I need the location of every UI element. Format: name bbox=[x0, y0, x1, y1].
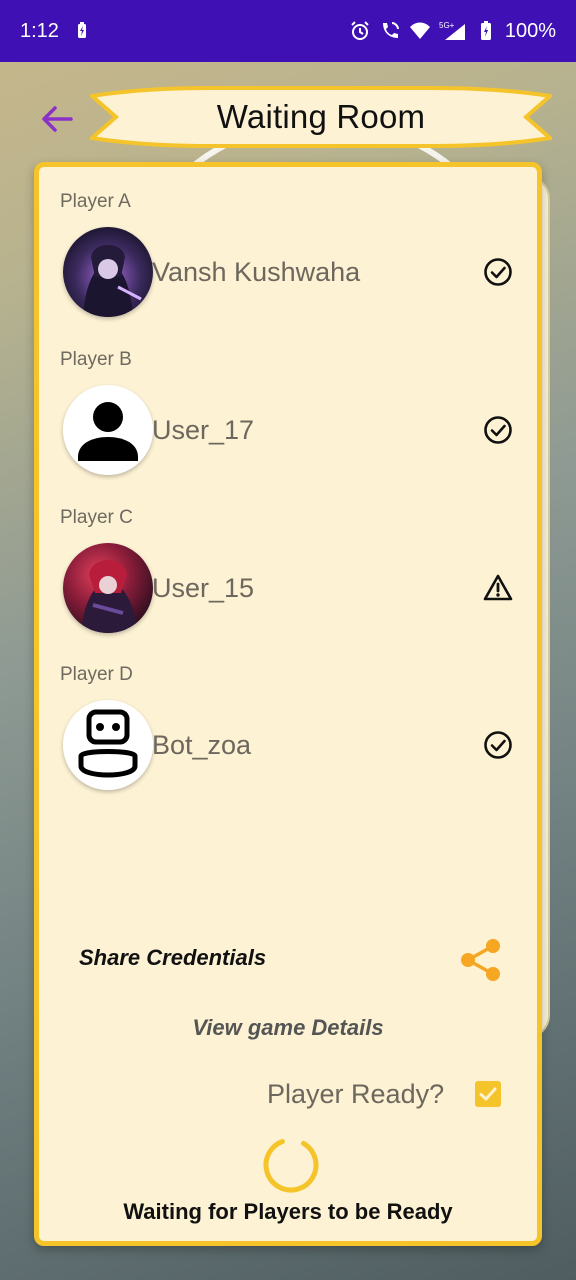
robot-icon bbox=[63, 700, 153, 790]
checkmark-icon bbox=[479, 1087, 497, 1101]
avatar bbox=[63, 700, 153, 790]
wifi-calling-icon bbox=[379, 20, 401, 42]
player-ready-checkbox[interactable] bbox=[475, 1081, 501, 1107]
page-title: Waiting Room bbox=[216, 98, 426, 135]
check-circle-icon bbox=[484, 258, 512, 286]
player-b-label: Player B bbox=[60, 349, 132, 370]
waiting-room-panel: Player A Vansh Kushwaha Player B User_17… bbox=[34, 162, 542, 1246]
player-name: User_15 bbox=[152, 572, 255, 603]
battery-percent: 100% bbox=[504, 19, 556, 42]
player-c-label: Player C bbox=[60, 507, 133, 528]
back-button[interactable] bbox=[34, 96, 80, 142]
status-bar: 1:12 5G+ 100% bbox=[0, 0, 576, 62]
share-credentials-button[interactable]: Share Credentials bbox=[79, 945, 266, 971]
player-c-row[interactable]: User_15 bbox=[60, 543, 522, 635]
player-a-label: Player A bbox=[60, 191, 131, 212]
player-d-label: Player D bbox=[60, 664, 133, 685]
arrow-left-icon bbox=[42, 106, 73, 132]
player-b-row[interactable]: User_17 bbox=[60, 385, 522, 477]
avatar bbox=[63, 385, 153, 475]
status-icons: 5G+ 100% bbox=[349, 20, 556, 43]
cellular-signal-icon: 5G+ bbox=[439, 20, 467, 42]
player-name: User_17 bbox=[152, 414, 255, 445]
person-icon bbox=[63, 385, 153, 475]
warning-icon bbox=[483, 574, 513, 601]
battery-saver-icon bbox=[71, 20, 93, 42]
svg-text:5G+: 5G+ bbox=[439, 21, 455, 30]
title-banner: Waiting Room bbox=[90, 86, 552, 148]
avatar bbox=[63, 227, 153, 317]
battery-icon bbox=[475, 20, 497, 42]
alarm-icon bbox=[349, 20, 371, 42]
player-a-row[interactable]: Vansh Kushwaha bbox=[60, 227, 522, 319]
player-d-row[interactable]: Bot_zoa bbox=[60, 700, 522, 792]
player-ready-label: Player Ready? bbox=[267, 1079, 445, 1109]
status-time: 1:12 bbox=[20, 19, 59, 42]
avatar bbox=[63, 543, 153, 633]
waiting-status-text: Waiting for Players to be Ready bbox=[123, 1199, 453, 1224]
loading-spinner bbox=[263, 1137, 319, 1193]
player-name: Bot_zoa bbox=[152, 729, 252, 760]
player-name: Vansh Kushwaha bbox=[152, 256, 361, 287]
wifi-icon bbox=[409, 20, 431, 42]
view-game-details-link[interactable]: View game Details bbox=[39, 1015, 537, 1041]
check-circle-icon bbox=[484, 416, 512, 444]
check-circle-icon bbox=[484, 731, 512, 759]
share-icon[interactable] bbox=[459, 937, 503, 983]
